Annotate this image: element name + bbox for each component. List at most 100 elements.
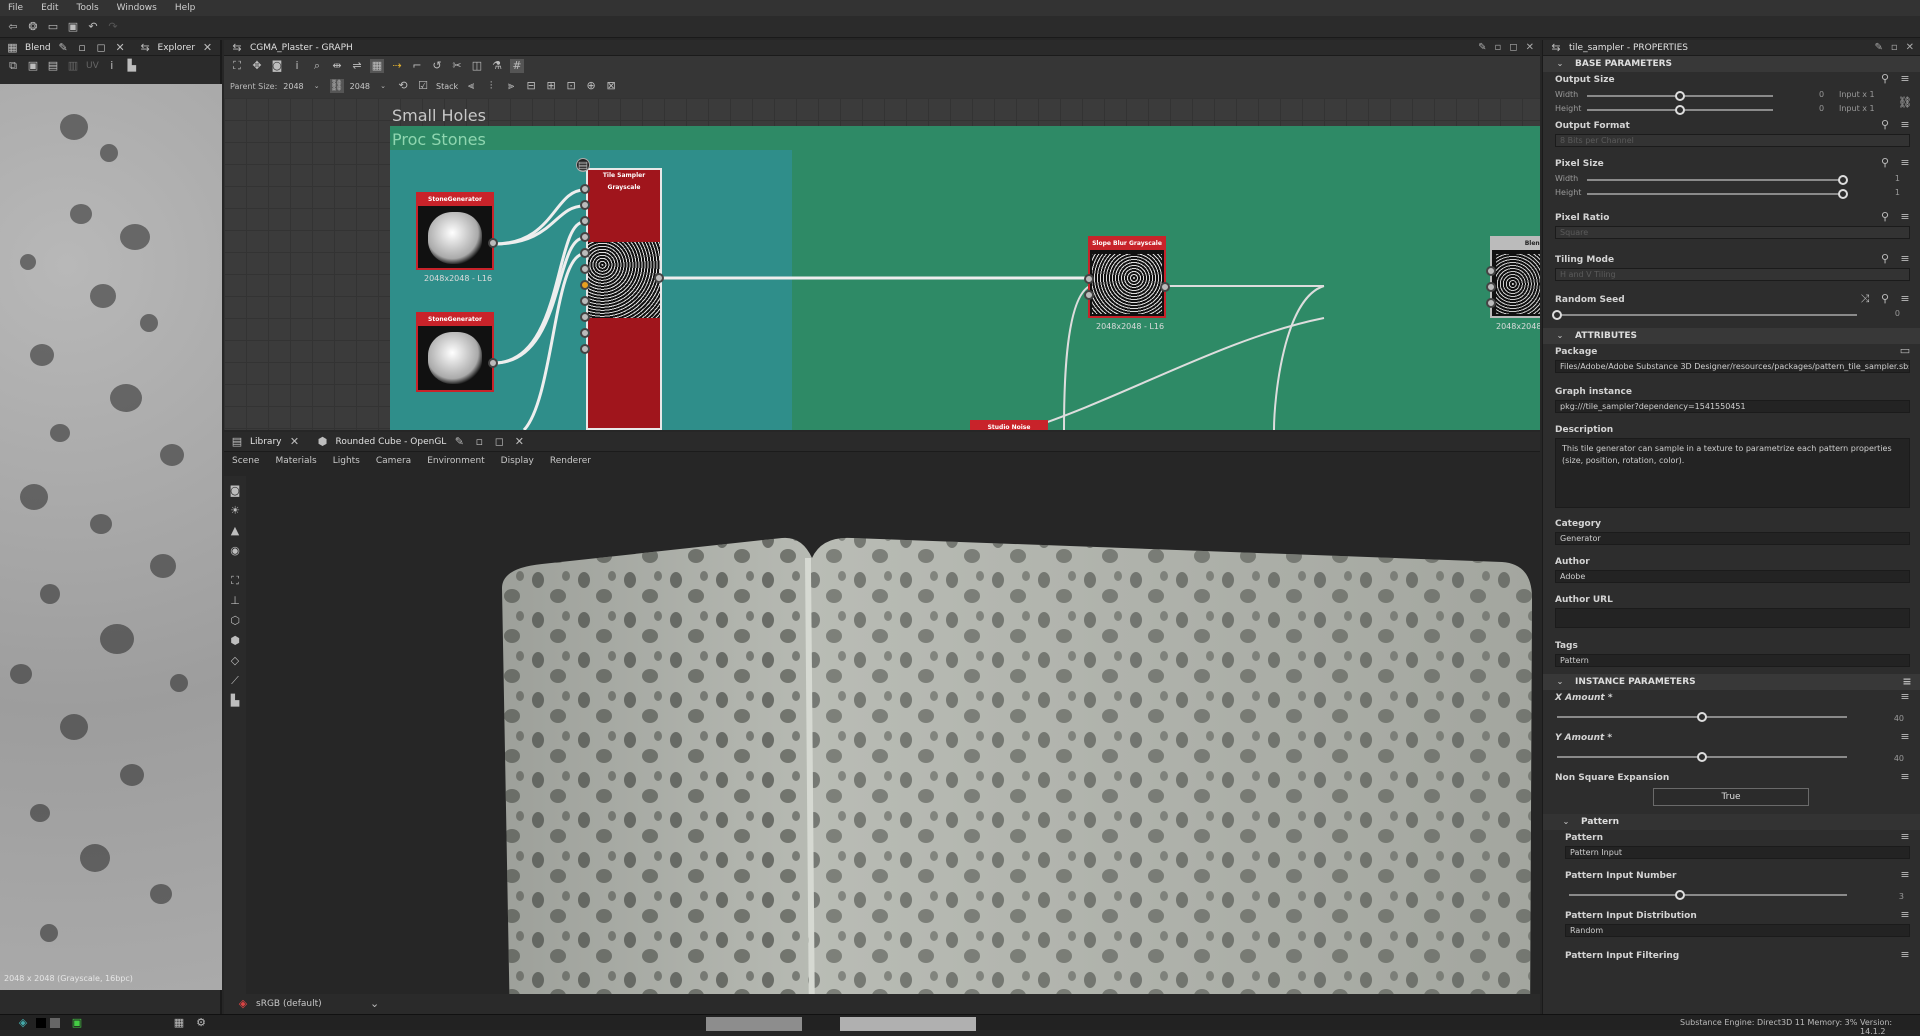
undo-icon[interactable]: ↶ [86,20,100,34]
pattern-input-number-value[interactable]: 3 [1899,892,1904,901]
histogram-icon[interactable]: ▙ [125,59,139,73]
node-doc-icon[interactable]: ▤ [576,158,590,172]
node-tile-input-8[interactable] [580,296,590,306]
close-icon[interactable]: ✕ [114,41,127,55]
group-pattern[interactable]: ⌄ Pattern [1543,814,1920,830]
tiling-mode-link-icon[interactable]: ⚲ [1878,252,1892,266]
screenshot-icon[interactable]: ◙ [270,59,284,73]
output-height-slider[interactable] [1587,105,1773,115]
tab-blend[interactable]: Blend [25,43,51,53]
node-blend-input-2[interactable] [1486,282,1496,292]
non-square-menu-icon[interactable]: ≡ [1898,770,1912,784]
random-seed-knob[interactable] [1552,310,1562,320]
pixel-height-knob[interactable] [1838,189,1848,199]
align-left-icon[interactable]: ⫷ [464,79,478,93]
node-stone-generator-1-output[interactable] [488,238,498,248]
random-seed-slider[interactable] [1552,310,1857,320]
tiling-mode-select[interactable]: H and V Tiling [1555,268,1910,281]
y-amount-menu-icon[interactable]: ≡ [1898,730,1912,744]
tab-library[interactable]: Library [250,437,281,447]
node-tile-input-6[interactable] [580,264,590,274]
camera-icon[interactable]: ◙ [228,484,242,498]
node-blend-input-3[interactable] [1486,298,1496,308]
node-tile-input-4[interactable] [580,232,590,242]
node-slope-blur[interactable]: Slope Blur Grayscale [1088,236,1166,318]
tab-explorer[interactable]: Explorer [158,43,195,53]
output-size-menu-icon[interactable]: ≡ [1898,72,1912,86]
spread-icon[interactable]: ⊕ [584,79,598,93]
compact-icon[interactable]: ⊠ [604,79,618,93]
stats-icon[interactable]: ▙ [228,694,242,708]
colorspace-select[interactable]: sRGB (default) [256,999,322,1009]
node-tile-input-2[interactable] [580,200,590,210]
grid-toggle-icon[interactable]: ▦ [172,1016,186,1030]
output-height-value[interactable]: 0 [1819,104,1824,113]
pattern-input-number-knob[interactable] [1675,890,1686,900]
node-tile-input-9[interactable] [580,312,590,322]
tools-icon[interactable]: ✂ [450,59,464,73]
light-icon[interactable]: ☀ [228,504,242,518]
close-library-icon[interactable]: ✕ [287,435,301,449]
grid-icon[interactable]: # [510,59,524,73]
axis-icon[interactable]: ⊥ [228,594,242,608]
pattern-input-distribution-select[interactable]: Random [1565,924,1910,937]
open-folder-icon[interactable]: ▭ [46,20,60,34]
snapshot-icon[interactable]: ◉ [228,544,242,558]
close-explorer-icon[interactable]: ✕ [201,41,214,55]
menu-environment[interactable]: Environment [427,456,484,466]
frame-3d-icon[interactable]: ⛶ [228,574,242,588]
menu-edit[interactable]: Edit [41,3,58,13]
pattern-input-filtering-menu-icon[interactable]: ≡ [1898,948,1912,962]
y-amount-value[interactable]: 40 [1894,754,1904,763]
section-base-parameters[interactable]: ⌄ BASE PARAMETERS [1543,56,1920,72]
reset-icon[interactable]: ⟲ [396,79,410,93]
x-amount-menu-icon[interactable]: ≡ [1898,690,1912,704]
output-width-mode[interactable]: Input x 1 [1839,90,1875,99]
props-pin-icon[interactable]: ✎ [1874,42,1882,53]
tile-icon[interactable]: ▥ [66,59,80,73]
tags-field[interactable]: Pattern [1555,654,1910,667]
pixel-size-menu-icon[interactable]: ≡ [1898,156,1912,170]
pin-icon[interactable]: ✎ [57,41,70,55]
save-all-icon[interactable]: ▣ [66,20,80,34]
swatch-gray[interactable] [50,1018,60,1028]
output-height-knob[interactable] [1675,105,1685,115]
pixel-ratio-menu-icon[interactable]: ≡ [1898,210,1912,224]
graph-float-icon[interactable]: ▫ [1495,42,1502,53]
maximize-3d-icon[interactable]: ◻ [492,435,506,449]
node-blend-input-1[interactable] [1486,266,1496,276]
menu-camera[interactable]: Camera [376,456,411,466]
zoom-icon[interactable]: ⌕ [310,59,324,73]
node-stone-generator-1[interactable]: StoneGenerator [416,192,494,270]
frame-icon[interactable]: ▦ [370,59,384,73]
node-slope-input-2[interactable] [1084,290,1094,300]
graph-maximize-icon[interactable]: ◻ [1509,42,1517,53]
pattern-menu-icon[interactable]: ≡ [1898,830,1912,844]
pixel-height-value[interactable]: 1 [1895,188,1900,197]
menu-materials[interactable]: Materials [275,456,316,466]
redo-icon[interactable]: ↷ [106,20,120,34]
plane-icon[interactable]: ◇ [228,654,242,668]
3d-rounded-cube[interactable] [482,528,1532,1014]
pixel-width-knob[interactable] [1838,175,1848,185]
node-slope-output[interactable] [1160,282,1170,292]
pattern-input-number-slider[interactable] [1569,890,1847,900]
menu-lights[interactable]: Lights [333,456,360,466]
info-graph-icon[interactable]: i [290,59,304,73]
menu-help[interactable]: Help [175,3,196,13]
export-icon[interactable]: ▤ [46,59,60,73]
menu-renderer[interactable]: Renderer [550,456,591,466]
swatch-black[interactable] [36,1018,46,1028]
description-field[interactable]: This tile generator can sample in a text… [1555,438,1910,508]
node-blend[interactable]: Blend [1490,236,1540,318]
author-field[interactable]: Adobe [1555,570,1910,583]
copy-icon[interactable]: ⧉ [6,59,20,73]
output-format-select[interactable]: 8 Bits per Channel [1555,134,1910,147]
y-amount-slider[interactable] [1557,752,1847,762]
info-icon[interactable]: i [105,59,119,73]
instance-menu-icon[interactable]: ≡ [1900,675,1914,689]
link-size-icon[interactable]: ⛓ [329,79,344,93]
pixel-width-value[interactable]: 1 [1895,174,1900,183]
pixel-size-link-icon[interactable]: ⚲ [1878,156,1892,170]
colorspace-chevron-icon[interactable]: ⌄ [368,997,382,1011]
